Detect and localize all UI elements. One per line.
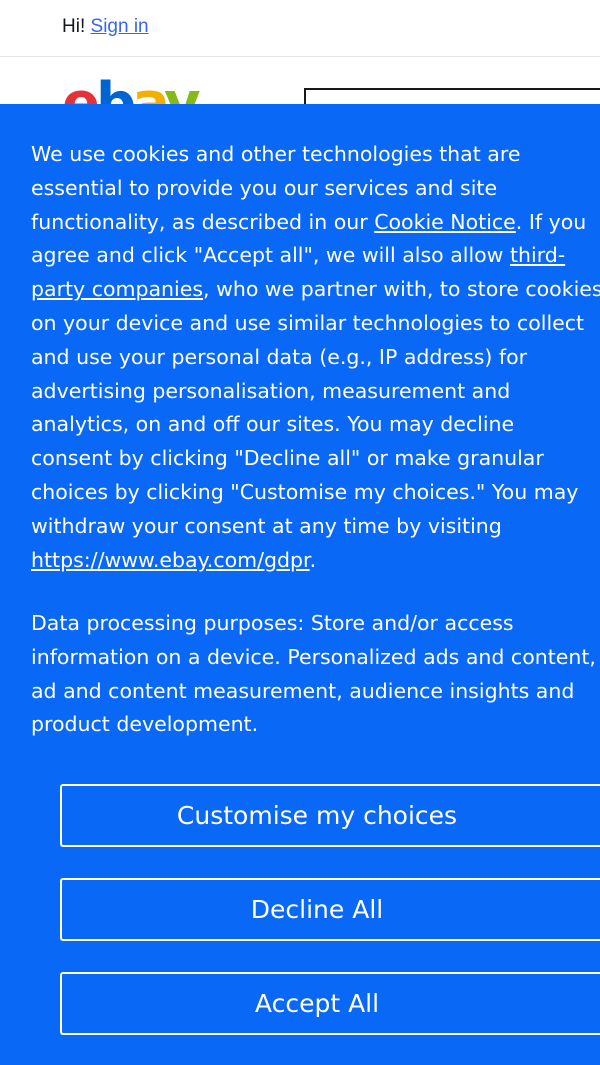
consent-text-segment: . If you (515, 209, 587, 234)
accept-button-label: Accept All (254, 989, 380, 1018)
gdpr-link[interactable]: https://www.ebay.com/gdpr (31, 548, 310, 572)
greeting-text: Hi! (62, 16, 86, 37)
purposes-line: information on a device. Personalized ad… (31, 644, 596, 669)
purposes-line: product development. (31, 712, 259, 737)
consent-line: We use cookies and other technologies th… (31, 142, 521, 166)
consent-line: essential to provide you our services an… (31, 175, 498, 200)
consent-text-segment: , who we partner with, to store cookies (203, 277, 600, 302)
consent-line: choices by clicking "Customise my choice… (31, 479, 579, 504)
consent-line: agree and click "Accept all", we will al… (31, 239, 600, 273)
consent-line: consent by clicking "Decline all" or mak… (31, 446, 544, 471)
third-party-companies-link[interactable]: third- (510, 243, 565, 267)
top-bar: Hi! Sign in (0, 0, 600, 57)
consent-line: and use your personal data (e.g., IP add… (31, 344, 528, 369)
data-processing-purposes: Data processing purposes: Store and/or a… (31, 607, 600, 742)
decline-all-button[interactable]: Decline All (60, 878, 600, 941)
third-party-companies-link-continued[interactable]: party companies (31, 277, 203, 301)
sign-in-link[interactable]: Sign in (91, 16, 149, 37)
consent-line: https://www.ebay.com/gdpr. (31, 544, 600, 578)
decline-button-label: Decline All (250, 895, 384, 924)
consent-line: withdraw your consent at any time by vis… (31, 513, 502, 538)
consent-line: party companies, who we partner with, to… (31, 273, 600, 307)
consent-text-segment: agree and click "Accept all", we will al… (31, 243, 510, 268)
consent-description: We use cookies and other technologies th… (31, 138, 600, 577)
customise-button-label: Customise my choices (176, 801, 458, 830)
consent-line: advertising personalisation, measurement… (31, 378, 511, 403)
purposes-line: Data processing purposes: Store and/or a… (31, 611, 514, 635)
cookie-consent-banner: We use cookies and other technologies th… (0, 104, 600, 1065)
consent-text-segment: . (309, 547, 317, 572)
consent-line: analytics, on and off our sites. You may… (31, 412, 515, 437)
greeting: Hi! Sign in (62, 16, 149, 38)
consent-line: on your device and use similar technolog… (31, 310, 585, 335)
purposes-line: ad and content measurement, audience ins… (31, 678, 575, 703)
accept-all-button[interactable]: Accept All (60, 972, 600, 1035)
consent-text-segment: functionality, as described in our (31, 209, 375, 234)
consent-line: functionality, as described in our Cooki… (31, 206, 600, 240)
cookie-notice-link[interactable]: Cookie Notice (374, 210, 516, 234)
customise-my-choices-button[interactable]: Customise my choices (60, 784, 600, 847)
